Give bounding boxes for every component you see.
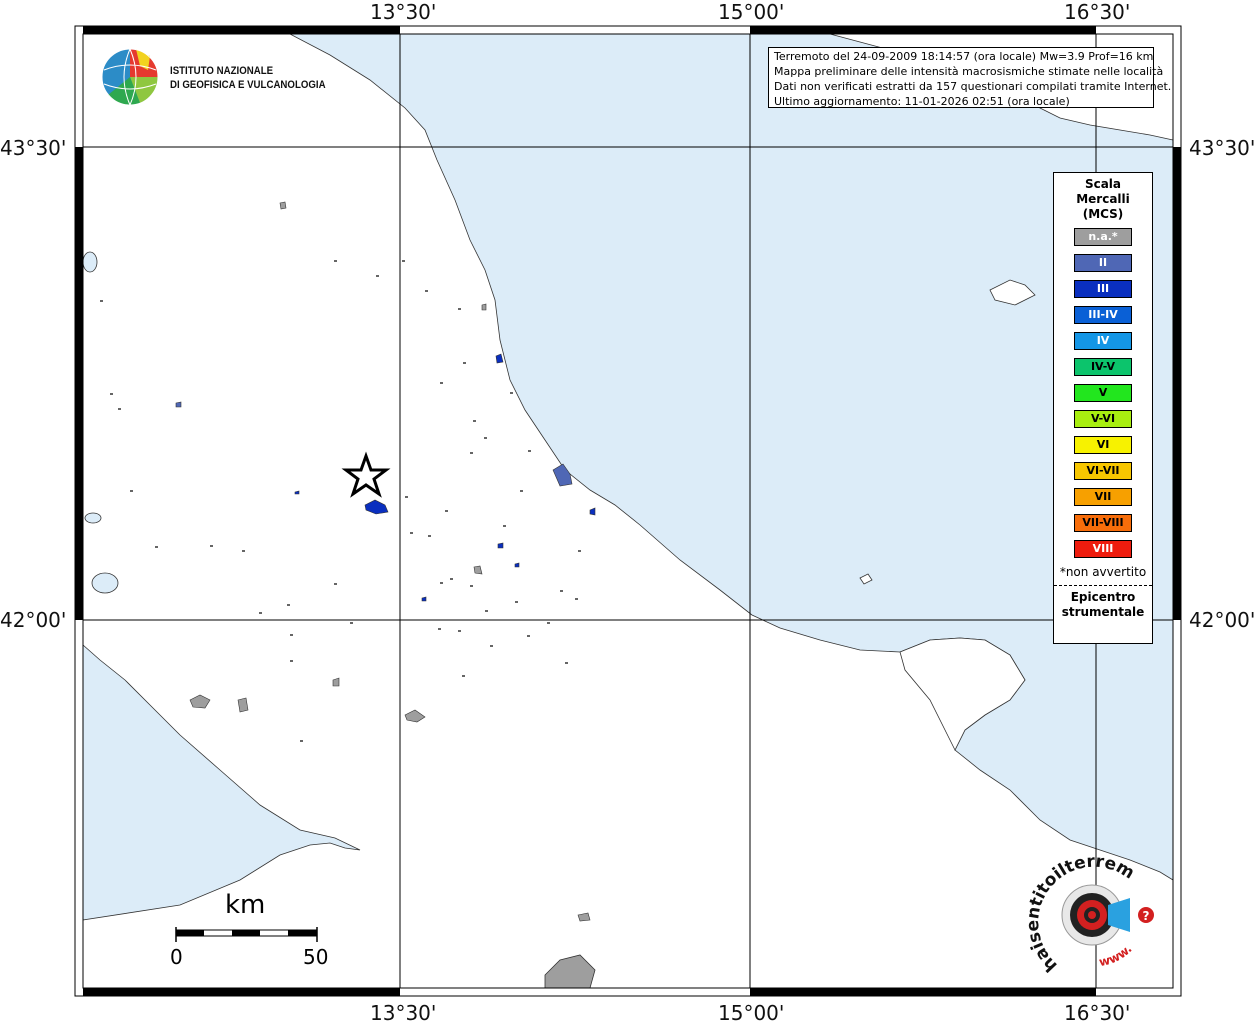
legend-epicenter-line2: strumentale (1061, 605, 1145, 619)
lake-3 (82, 251, 98, 273)
scale-label-fifty: 50 (303, 945, 329, 969)
event-info-line1: Terremoto del 24-09-2009 18:14:57 (ora l… (774, 50, 1154, 63)
town-f (514, 562, 520, 568)
legend-title: Scala Mercalli (MCS) (1054, 177, 1152, 222)
lon-label-bottom-1500: 15°00' (718, 1001, 785, 1025)
legend-note: *non avvertito (1059, 565, 1147, 579)
lon-label-top-1630: 16°30' (1064, 0, 1131, 24)
legend-swatch: VII (1074, 488, 1132, 506)
legend-swatch: n.a.* (1074, 228, 1132, 246)
lat-label-right-4330: 43°30' (1189, 136, 1255, 160)
ingv-name: ISTITUTO NAZIONALE DI GEOFISICA E VULCAN… (170, 64, 326, 92)
lat-label-left-4200: 42°00' (0, 608, 67, 632)
brand-question-glyph: ? (1143, 909, 1150, 923)
legend-epicenter-line1: Epicentro (1070, 590, 1136, 604)
ingv-name-line2: DI GEOFISICA E VULCANOLOGIA (170, 79, 326, 91)
legend-epicenter-title: Epicentro strumentale (1054, 590, 1152, 620)
lake-2 (84, 512, 102, 524)
town-e (421, 596, 427, 602)
event-info-box: Terremoto del 24-09-2009 18:14:57 (ora l… (768, 47, 1172, 108)
mcs-legend: Scala Mercalli (MCS) n.a.* II III III-IV IV I… (1053, 172, 1153, 644)
scale-title: km (225, 890, 266, 920)
legend-swatch: V (1074, 384, 1132, 402)
town-i (237, 697, 249, 713)
event-info-line4: Ultimo aggiornamento: 11-01-2026 02:51 (… (774, 95, 1070, 108)
legend-title-line2: Mercalli (1076, 192, 1130, 206)
legend-swatch: V-VI (1074, 410, 1132, 428)
event-info-line2: Mappa preliminare delle intensità macros… (774, 65, 1164, 78)
lon-label-bottom-1330: 13°30' (370, 1001, 437, 1025)
lat-label-left-4330: 43°30' (0, 136, 67, 160)
lon-label-bottom-1630: 16°30' (1064, 1001, 1131, 1025)
legend-swatch: III-IV (1074, 306, 1132, 324)
legend-swatch: VI (1074, 436, 1132, 454)
ingv-name-line1: ISTITUTO NAZIONALE (170, 65, 274, 77)
lon-label-top-1330: 13°30' (370, 0, 437, 24)
legend-swatch: III (1074, 280, 1132, 298)
scale-label-zero: 0 (170, 945, 183, 969)
legend-swatch: VI-VII (1074, 462, 1132, 480)
legend-title-line3: (MCS) (1082, 207, 1124, 221)
town-c (497, 542, 504, 549)
lat-label-right-4200: 42°00' (1189, 608, 1255, 632)
town-g (279, 201, 287, 210)
legend-swatch: IV-V (1074, 358, 1132, 376)
legend-swatch: IV (1074, 332, 1132, 350)
legend-title-line1: Scala (1084, 177, 1122, 191)
lon-label-top-1500: 15°00' (718, 0, 785, 24)
ingv-logo-icon (101, 48, 159, 106)
lake-1 (91, 572, 119, 594)
legend-items: n.a.* II III III-IV IV IV-V V V-VI VI VI-VII VII VI… (1054, 228, 1152, 558)
event-info-line3: Dati non verificati estratti da 157 ques… (774, 80, 1172, 93)
town-n (481, 303, 487, 311)
legend-swatch: VIII (1074, 540, 1132, 558)
legend-swatch: VII-VIII (1074, 514, 1132, 532)
legend-separator (1054, 585, 1152, 586)
town-a (175, 401, 182, 408)
legend-swatch: II (1074, 254, 1132, 272)
